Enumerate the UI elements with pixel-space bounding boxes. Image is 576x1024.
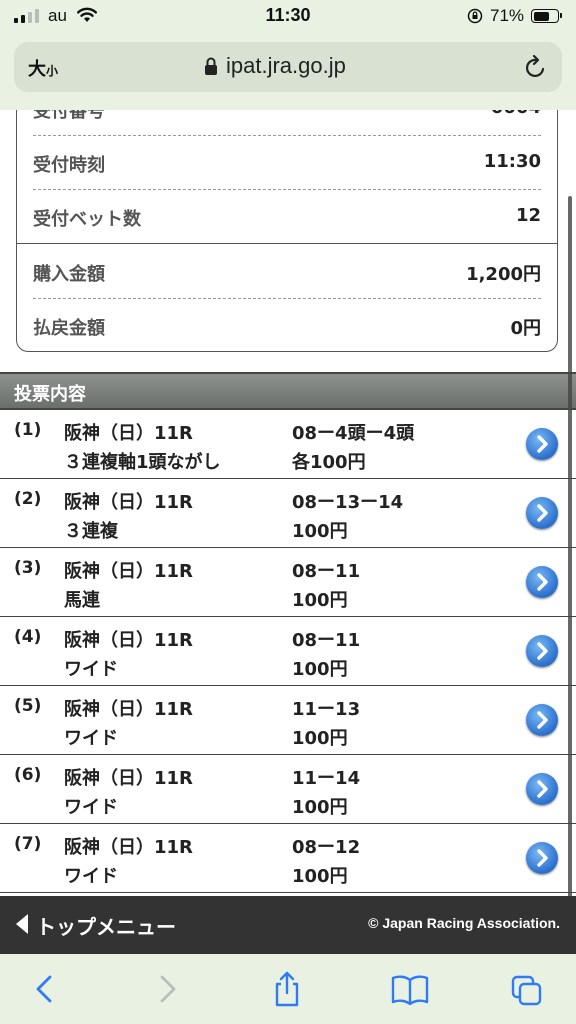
battery-percent: 71% (490, 6, 525, 25)
browser-toolbar (0, 954, 576, 1024)
url-domain[interactable]: ipat.jra.go.jp (226, 53, 346, 79)
bet-combination: 08ー11 (292, 561, 361, 582)
bet-type: ３連複 (64, 521, 118, 542)
reload-icon[interactable] (524, 54, 548, 80)
battery-icon (531, 9, 562, 23)
bet-row[interactable]: (4) 阪神（日）11R ワイド 08ー11 100円 (0, 617, 576, 686)
chevron-right-icon (537, 849, 548, 867)
chevron-right-icon (537, 711, 548, 729)
receipt-row-number: 受付番号 0004 (33, 110, 541, 122)
bet-combination: 08ー13ー14 (292, 492, 404, 513)
bet-amount: 100円 (292, 866, 348, 887)
bet-race: 阪神（日）11R (64, 423, 193, 444)
bet-type: ワイド (64, 728, 118, 749)
bet-number: (5) (14, 696, 42, 716)
bet-row[interactable]: (1) 阪神（日）11R ３連複軸1頭ながし 08ー4頭ー4頭 各100円 (0, 410, 576, 479)
bet-number: (4) (14, 627, 42, 647)
address-bar[interactable]: 大小 ipat.jra.go.jp (14, 42, 562, 92)
bet-number: (1) (14, 420, 42, 440)
section-header-bet-contents: 投票内容 (0, 372, 576, 410)
browser-chrome: 大小 ipat.jra.go.jp (0, 34, 576, 110)
forward-icon[interactable] (150, 970, 184, 1008)
bet-type: 馬連 (64, 590, 100, 611)
chevron-right-icon (537, 573, 548, 591)
detail-arrow-button[interactable] (526, 428, 558, 460)
copyright-text: © Japan Racing Association. (368, 915, 560, 931)
top-menu-link[interactable]: トップメニュー (36, 911, 176, 940)
bet-type: ワイド (64, 797, 118, 818)
bet-amount: 100円 (292, 797, 348, 818)
bet-amount: 100円 (292, 590, 348, 611)
detail-arrow-button[interactable] (526, 704, 558, 736)
bet-combination: 08ー4頭ー4頭 (292, 423, 415, 444)
bet-row[interactable]: (5) 阪神（日）11R ワイド 11ー13 100円 (0, 686, 576, 755)
share-icon[interactable] (270, 970, 304, 1008)
bet-race: 阪神（日）11R (64, 837, 193, 858)
bookmarks-icon[interactable] (390, 970, 430, 1008)
lock-icon (205, 57, 217, 75)
receipt-row-time: 受付時刻 11:30 (33, 151, 541, 176)
bet-race: 阪神（日）11R (64, 768, 193, 789)
detail-arrow-button[interactable] (526, 635, 558, 667)
bet-number: (3) (14, 558, 42, 578)
scrollbar[interactable] (568, 196, 572, 896)
bet-number: (7) (14, 834, 42, 854)
bet-race: 阪神（日）11R (64, 699, 193, 720)
bet-combination: 11ー14 (292, 768, 361, 789)
chevron-right-icon (537, 504, 548, 522)
bet-row[interactable]: (2) 阪神（日）11R ３連複 08ー13ー14 100円 (0, 479, 576, 548)
bet-race: 阪神（日）11R (64, 561, 193, 582)
bet-race: 阪神（日）11R (64, 630, 193, 651)
bet-amount: 各100円 (292, 452, 366, 473)
bet-type: ワイド (64, 866, 118, 887)
bet-amount: 100円 (292, 659, 348, 680)
back-triangle-icon[interactable] (16, 914, 28, 934)
chevron-right-icon (537, 435, 548, 453)
page-footer: トップメニュー © Japan Racing Association. (0, 896, 576, 954)
receipt-summary-card: 受付番号 0004 受付時刻 11:30 受付ベット数 12 購入金額 1,20… (16, 110, 558, 352)
bet-row[interactable]: (7) 阪神（日）11R ワイド 08ー12 100円 (0, 824, 576, 893)
detail-arrow-button[interactable] (526, 773, 558, 805)
receipt-row-payout-amount: 払戻金額 0円 (33, 318, 541, 339)
bet-type: ワイド (64, 659, 118, 680)
tabs-icon[interactable] (510, 970, 544, 1008)
chevron-right-icon (537, 642, 548, 660)
chevron-right-icon (537, 780, 548, 798)
orientation-lock-icon (467, 8, 483, 24)
bet-amount: 100円 (292, 521, 348, 542)
bet-combination: 11ー13 (292, 699, 361, 720)
bet-amount: 100円 (292, 728, 348, 749)
bet-race: 阪神（日）11R (64, 492, 193, 513)
receipt-row-purchase-amount: 購入金額 1,200円 (33, 264, 541, 285)
bet-number: (2) (14, 489, 42, 509)
back-icon[interactable] (28, 970, 62, 1008)
bet-combination: 08ー12 (292, 837, 361, 858)
bet-type: ３連複軸1頭ながし (64, 452, 221, 473)
detail-arrow-button[interactable] (526, 842, 558, 874)
bet-combination: 08ー11 (292, 630, 361, 651)
bet-number: (6) (14, 765, 42, 785)
detail-arrow-button[interactable] (526, 566, 558, 598)
page-content[interactable]: 受付番号 0004 受付時刻 11:30 受付ベット数 12 購入金額 1,20… (0, 110, 576, 896)
detail-arrow-button[interactable] (526, 497, 558, 529)
bet-row[interactable]: (3) 阪神（日）11R 馬連 08ー11 100円 (0, 548, 576, 617)
receipt-row-bet-count: 受付ベット数 12 (33, 205, 541, 230)
text-size-button[interactable]: 大小 (28, 55, 58, 81)
bet-row[interactable]: (6) 阪神（日）11R ワイド 11ー14 100円 (0, 755, 576, 824)
status-bar: au 11:30 71% (0, 0, 576, 34)
